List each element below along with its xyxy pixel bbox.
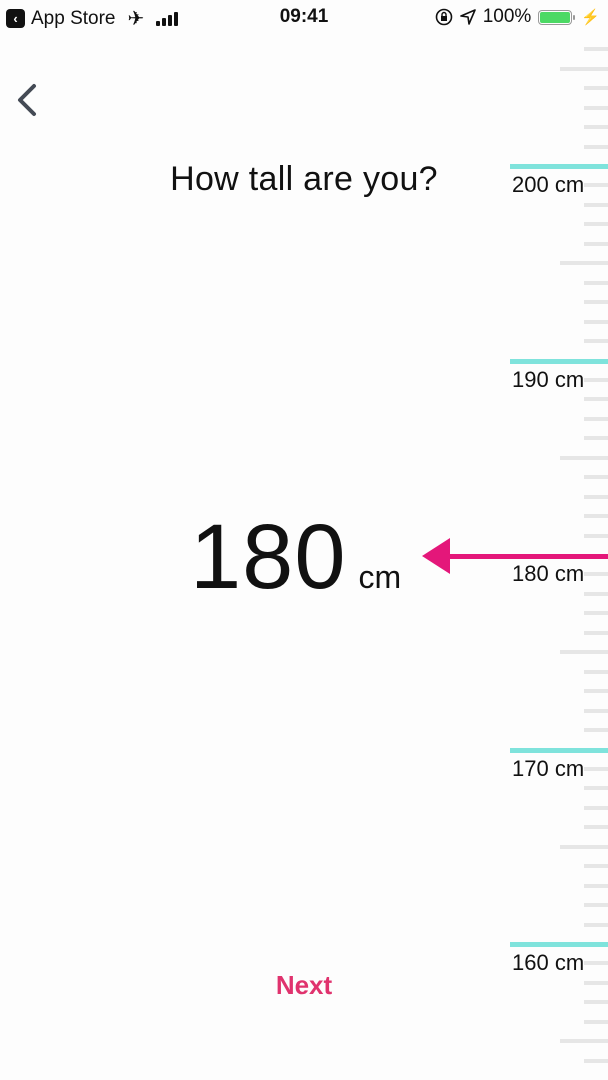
minor-tick xyxy=(584,1019,608,1024)
minor-tick xyxy=(584,611,608,616)
minor-tick xyxy=(584,630,608,635)
minor-tick xyxy=(584,864,608,869)
minor-tick xyxy=(584,689,608,694)
minor-tick xyxy=(584,144,608,149)
minor-tick xyxy=(584,922,608,927)
ruler-label: 170 cm xyxy=(512,755,585,781)
mid-tick xyxy=(560,650,608,655)
location-icon xyxy=(459,9,476,25)
minor-tick xyxy=(584,514,608,519)
back-button[interactable] xyxy=(12,80,42,120)
minor-tick xyxy=(584,339,608,344)
major-tick xyxy=(510,942,608,947)
minor-tick xyxy=(584,669,608,674)
minor-tick xyxy=(584,961,608,966)
height-value: 180 xyxy=(190,506,347,608)
selection-pointer-arrow xyxy=(422,538,608,574)
minor-tick xyxy=(584,494,608,499)
minor-tick xyxy=(584,222,608,227)
minor-tick xyxy=(584,319,608,324)
ruler-label: 190 cm xyxy=(512,366,585,392)
minor-tick xyxy=(584,397,608,402)
major-tick xyxy=(510,747,608,753)
minor-tick xyxy=(584,300,608,305)
minor-tick xyxy=(584,786,608,791)
minor-tick xyxy=(584,280,608,285)
minor-tick xyxy=(584,766,608,771)
major-tick xyxy=(510,358,608,364)
mid-tick xyxy=(560,455,608,460)
height-unit: cm xyxy=(358,559,402,595)
orientation-lock-icon xyxy=(435,8,453,26)
height-display: 180 cm xyxy=(190,505,401,610)
mid-tick xyxy=(560,844,608,849)
minor-tick xyxy=(584,825,608,830)
next-button[interactable]: Next xyxy=(0,970,608,1001)
mid-tick xyxy=(560,66,608,71)
major-tick xyxy=(510,164,608,169)
minor-tick xyxy=(584,475,608,480)
minor-tick xyxy=(584,86,608,91)
mid-tick xyxy=(560,1039,608,1044)
mid-tick xyxy=(560,261,608,266)
minor-tick xyxy=(584,591,608,596)
minor-tick xyxy=(584,416,608,421)
minor-tick xyxy=(584,436,608,441)
minor-tick xyxy=(584,125,608,130)
minor-tick xyxy=(584,105,608,110)
minor-tick xyxy=(584,805,608,810)
chevron-left-icon xyxy=(18,84,36,116)
minor-tick xyxy=(584,1058,608,1063)
minor-tick xyxy=(584,708,608,713)
ruler-label: 200 cm xyxy=(512,172,585,197)
minor-tick xyxy=(584,377,608,382)
minor-tick xyxy=(584,728,608,733)
minor-tick xyxy=(584,183,608,188)
minor-tick xyxy=(584,883,608,888)
minor-tick xyxy=(584,241,608,246)
minor-tick xyxy=(584,47,608,52)
minor-tick xyxy=(584,202,608,207)
minor-tick xyxy=(584,903,608,908)
